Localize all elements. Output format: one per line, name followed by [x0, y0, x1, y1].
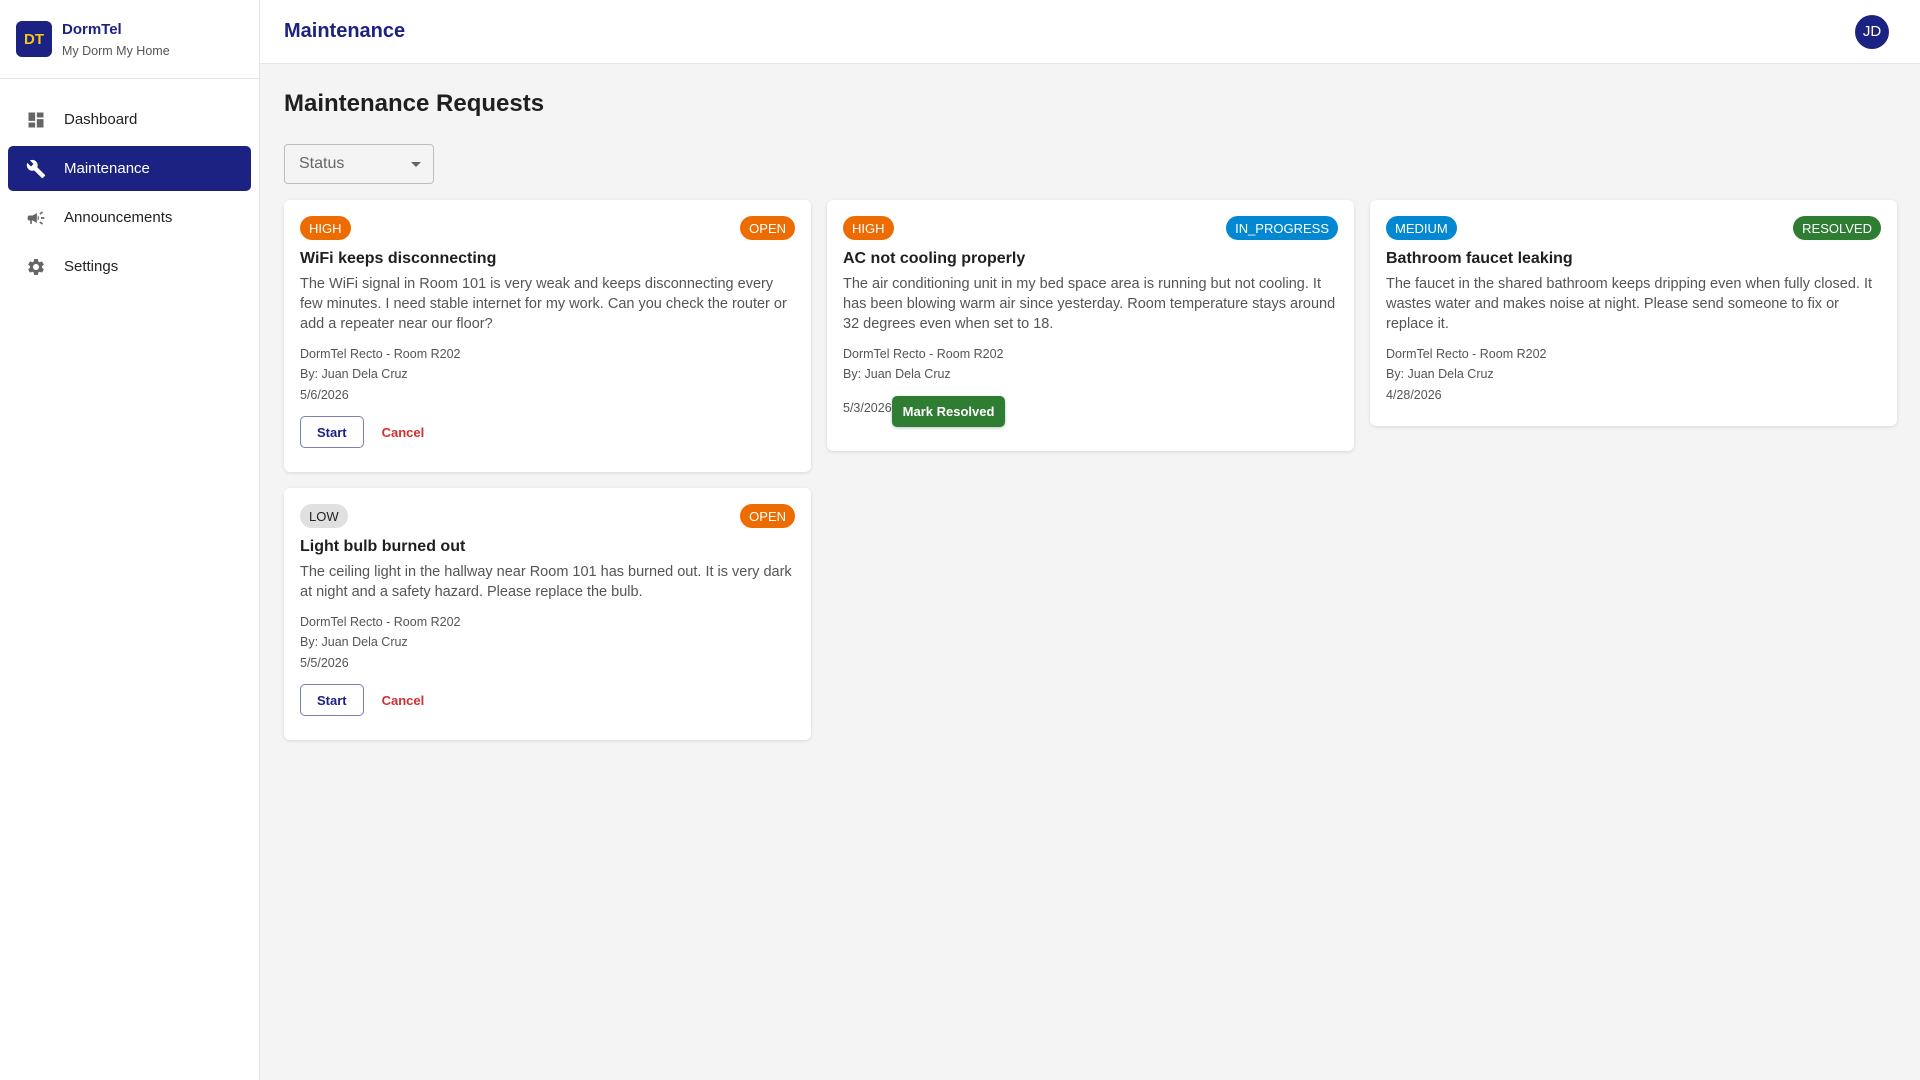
start-button[interactable]: Start	[300, 684, 364, 716]
card-description: The ceiling light in the hallway near Ro…	[300, 564, 792, 600]
card-header: HIGH OPEN	[300, 216, 795, 240]
card-location: DormTel Recto - Room R202	[843, 347, 1004, 361]
status-badge: OPEN	[740, 504, 795, 528]
card-description: The air conditioning unit in my bed spac…	[843, 276, 1336, 332]
priority-badge: HIGH	[300, 216, 351, 240]
sidebar-nav: Dashboard Maintenance Announcements Sett…	[0, 79, 259, 289]
card-title: WiFi keeps disconnecting	[300, 250, 497, 267]
brand-logo: DT	[16, 21, 52, 57]
sidebar-item-label: Dashboard	[64, 111, 138, 128]
card-header: LOW OPEN	[300, 504, 795, 528]
status-filter-placeholder: Status	[299, 155, 345, 172]
page-header-title: Maintenance	[284, 20, 406, 42]
gear-icon	[26, 257, 46, 277]
card-description: The faucet in the shared bathroom keeps …	[1386, 276, 1873, 332]
request-card: HIGH OPEN WiFi keeps disconnecting The W…	[284, 200, 811, 472]
card-title: AC not cooling properly	[843, 250, 1026, 267]
priority-badge: MEDIUM	[1386, 216, 1457, 240]
sidebar-item-label: Maintenance	[64, 160, 150, 177]
card-date: 5/3/2026	[843, 400, 892, 415]
brand[interactable]: DT DormTel My Dorm My Home	[0, 0, 259, 79]
sidebar-item-maintenance[interactable]: Maintenance	[8, 146, 251, 191]
brand-text: DormTel My Dorm My Home	[62, 21, 170, 58]
chevron-down-icon	[411, 161, 421, 167]
card-date: 5/5/2026	[300, 656, 349, 670]
card-title: Bathroom faucet leaking	[1386, 250, 1573, 267]
card-date: 5/6/2026	[300, 388, 349, 402]
app-root: DT DormTel My Dorm My Home Dashboard Mai…	[0, 0, 1920, 1080]
sidebar-item-label: Settings	[64, 258, 119, 275]
card-location: DormTel Recto - Room R202	[300, 347, 461, 361]
card-location: DormTel Recto - Room R202	[1386, 347, 1547, 361]
card-author: By: Juan Dela Cruz	[843, 367, 951, 381]
request-card: HIGH IN_PROGRESS AC not cooling properly…	[827, 200, 1354, 451]
status-badge: IN_PROGRESS	[1226, 216, 1338, 240]
dashboard-icon	[26, 110, 46, 130]
content: Maintenance Requests Status HIGH OPEN Wi…	[260, 64, 1920, 766]
sidebar-item-dashboard[interactable]: Dashboard	[8, 97, 251, 142]
request-card: LOW OPEN Light bulb burned out The ceili…	[284, 488, 811, 740]
card-title: Light bulb burned out	[300, 538, 466, 555]
card-date: 4/28/2026	[1386, 388, 1442, 402]
wrench-icon	[26, 159, 46, 179]
brand-tagline: My Dorm My Home	[62, 43, 170, 58]
cancel-button[interactable]: Cancel	[382, 425, 425, 440]
card-date-row: 5/3/2026 Mark Resolved	[843, 396, 1338, 427]
card-author: By: Juan Dela Cruz	[1386, 367, 1494, 381]
card-actions: Start Cancel	[300, 416, 795, 448]
mark-resolved-button[interactable]: Mark Resolved	[891, 396, 1006, 427]
main-area: Maintenance JD Maintenance Requests Stat…	[260, 0, 1920, 1080]
sidebar-item-settings[interactable]: Settings	[8, 244, 251, 289]
brand-name: DormTel	[62, 20, 122, 38]
megaphone-icon	[26, 208, 46, 228]
sidebar-item-announcements[interactable]: Announcements	[8, 195, 251, 240]
status-badge: RESOLVED	[1793, 216, 1881, 240]
request-grid: HIGH OPEN WiFi keeps disconnecting The W…	[284, 200, 1897, 740]
priority-badge: HIGH	[843, 216, 894, 240]
sidebar-item-label: Announcements	[64, 209, 173, 226]
avatar[interactable]: JD	[1855, 14, 1889, 49]
status-badge: OPEN	[740, 216, 795, 240]
card-header: MEDIUM RESOLVED	[1386, 216, 1881, 240]
start-button[interactable]: Start	[300, 416, 364, 448]
card-author: By: Juan Dela Cruz	[300, 635, 408, 649]
sidebar: DT DormTel My Dorm My Home Dashboard Mai…	[0, 0, 260, 1080]
request-card: MEDIUM RESOLVED Bathroom faucet leaking …	[1370, 200, 1897, 426]
cancel-button[interactable]: Cancel	[382, 693, 425, 708]
priority-badge: LOW	[300, 504, 348, 528]
card-description: The WiFi signal in Room 101 is very weak…	[300, 276, 787, 332]
topbar: Maintenance JD	[260, 0, 1920, 64]
page-title: Maintenance Requests	[284, 90, 545, 117]
card-location: DormTel Recto - Room R202	[300, 615, 461, 629]
card-header: HIGH IN_PROGRESS	[843, 216, 1338, 240]
card-author: By: Juan Dela Cruz	[300, 367, 408, 381]
card-actions: Start Cancel	[300, 684, 795, 716]
status-filter-select[interactable]: Status	[284, 144, 434, 184]
